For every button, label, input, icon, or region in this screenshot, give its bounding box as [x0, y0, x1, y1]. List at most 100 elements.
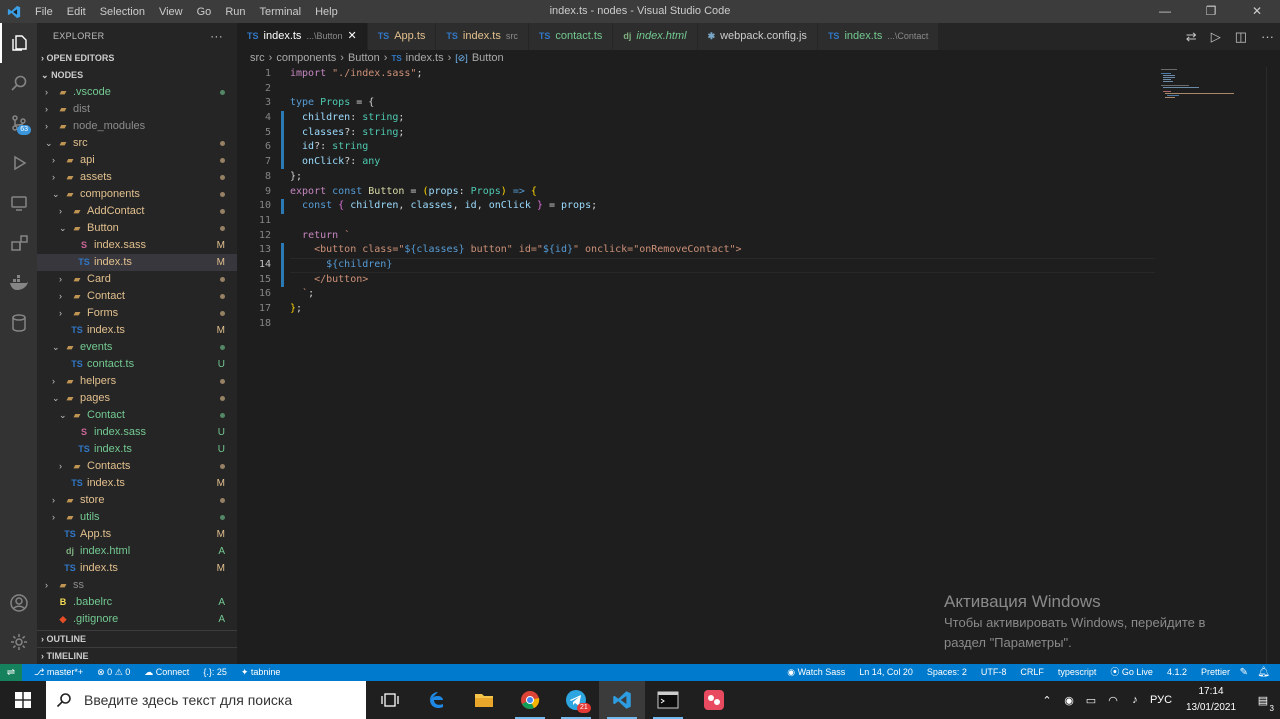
status-item[interactable]: UTF-8 [981, 664, 1007, 681]
terminal-icon[interactable] [645, 681, 691, 719]
outline-section[interactable]: › OUTLINE [37, 630, 237, 647]
editor-tab[interactable]: TS index.ts src [436, 23, 529, 50]
tree-folder[interactable]: › ▰ .vscode [37, 84, 237, 101]
editor-tab[interactable]: ✱ webpack.config.js [697, 23, 818, 50]
tree-folder[interactable]: ⌄ ▰ src [37, 135, 237, 152]
menu-item-selection[interactable]: Selection [93, 6, 152, 18]
menu-item-view[interactable]: View [152, 6, 190, 18]
editor-tab[interactable]: TS contact.ts [528, 23, 614, 50]
editor-tab[interactable]: TS index.ts ...\Button ✕ [237, 23, 368, 50]
notifications-bell-icon[interactable]: 🔔︎ [1257, 664, 1270, 681]
split-editor-icon[interactable]: ◫ [1235, 29, 1247, 45]
menu-item-help[interactable]: Help [308, 6, 345, 18]
status-item[interactable]: ⎇ master*+ [34, 664, 83, 681]
vscode-taskbar-icon[interactable] [599, 681, 645, 719]
search-icon[interactable] [0, 63, 37, 103]
run-debug-icon[interactable] [0, 143, 37, 183]
fluent-app-icon[interactable] [691, 681, 737, 719]
code-line[interactable]: <button class="${classes} button" id="${… [290, 243, 742, 258]
tree-folder[interactable]: › ▰ utils [37, 509, 237, 526]
editor-tab[interactable]: TS App.ts [367, 23, 437, 50]
code-line[interactable]: classes?: string; [290, 126, 742, 141]
code-line[interactable]: `; [290, 287, 742, 302]
open-changes-icon[interactable]: ⇄ [1186, 29, 1197, 45]
code-line[interactable]: }; [290, 302, 742, 317]
file-explorer-icon[interactable] [461, 681, 507, 719]
close-tab-icon[interactable]: ✕ [347, 23, 356, 50]
tree-folder[interactable]: ⌄ ▰ events [37, 339, 237, 356]
minimize-button[interactable]: — [1142, 0, 1188, 23]
breadcrumb-item[interactable]: index.ts [406, 50, 444, 67]
tree-folder[interactable]: › ▰ Contact [37, 288, 237, 305]
clock[interactable]: 17:14 13/01/2021 [1176, 684, 1246, 716]
telegram-icon[interactable]: 21 [553, 681, 599, 719]
tree-folder[interactable]: ⌄ ▰ pages [37, 390, 237, 407]
open-editors-section[interactable]: › OPEN EDITORS [37, 50, 237, 67]
tree-file[interactable]: TS App.ts M [37, 526, 237, 543]
editor-tab[interactable]: TS index.ts ...\Contact [817, 23, 940, 50]
workspace-root[interactable]: ⌄ NODES [37, 67, 237, 84]
taskbar-search-box[interactable]: Введите здесь текст для поиска [46, 681, 366, 719]
task-view-icon[interactable] [367, 681, 413, 719]
status-item[interactable]: Prettier [1201, 664, 1230, 681]
code-line[interactable]: }; [290, 170, 742, 185]
code-line[interactable]: onClick?: any [290, 155, 742, 170]
account-icon[interactable] [0, 583, 37, 623]
tree-folder[interactable]: › ▰ Contacts [37, 458, 237, 475]
tree-folder[interactable]: › ▰ helpers [37, 373, 237, 390]
more-actions-button[interactable]: ··· [210, 23, 223, 50]
chevron-up-icon[interactable]: ⌃ [1036, 694, 1058, 707]
maximize-button[interactable]: ❐ [1188, 0, 1234, 23]
docker-icon[interactable] [0, 263, 37, 303]
tree-folder[interactable]: ⌄ ▰ Contact [37, 407, 237, 424]
files-icon[interactable] [0, 23, 37, 63]
battery-icon[interactable]: ▭ [1080, 694, 1102, 707]
action-center-icon[interactable]: ▤ 3 [1246, 694, 1280, 713]
status-item[interactable]: 4.1.2 [1167, 664, 1187, 681]
remote-explorer-icon[interactable] [0, 183, 37, 223]
code-line[interactable]: const { children, classes, id, onClick }… [290, 199, 742, 214]
extensions-icon[interactable] [0, 223, 37, 263]
breadcrumb-item[interactable]: Button [472, 50, 504, 67]
breadcrumb-item[interactable]: Button [348, 50, 380, 67]
database-icon[interactable] [0, 303, 37, 343]
menu-item-run[interactable]: Run [218, 6, 252, 18]
feedback-icon[interactable]: ✎ [1240, 664, 1248, 681]
tree-folder[interactable]: › ▰ AddContact [37, 203, 237, 220]
tree-file[interactable]: TS index.ts M [37, 322, 237, 339]
tree-file[interactable]: dj index.html A [37, 543, 237, 560]
tree-folder[interactable]: › ▰ node_modules [37, 118, 237, 135]
tree-file[interactable]: TS index.ts M [37, 475, 237, 492]
tree-file[interactable]: Sindex.sass M [37, 237, 237, 254]
status-item[interactable]: typescript [1058, 664, 1097, 681]
tree-file[interactable]: Sindex.sass U [37, 424, 237, 441]
breadcrumb-item[interactable]: components [276, 50, 336, 67]
tree-file[interactable]: TS contact.ts U [37, 356, 237, 373]
code-line[interactable]: ${children} [290, 258, 742, 273]
code-line[interactable]: </button> [290, 273, 742, 288]
tree-file[interactable]: TS index.ts U [37, 441, 237, 458]
editor-tab[interactable]: dj index.html [613, 23, 698, 50]
tree-file[interactable]: B .babelrc A [37, 594, 237, 611]
more-icon[interactable]: ··· [1261, 29, 1274, 44]
code-editor[interactable]: 1 2 3 4 5 6 7 8 9 10 11 12 13 14 15 16 17 18 import "./in… [237, 67, 1280, 664]
wifi-icon[interactable]: ◠ [1102, 694, 1124, 707]
status-item[interactable]: ⦿ Go Live [1110, 664, 1153, 681]
tree-folder[interactable]: ⌄ ▰ components [37, 186, 237, 203]
tree-folder[interactable]: › ▰ Card [37, 271, 237, 288]
status-item[interactable]: ✦ tabnine [241, 664, 281, 681]
vertical-scrollbar[interactable] [1266, 67, 1280, 664]
source-control-icon[interactable]: 63 [0, 103, 37, 143]
tree-folder[interactable]: › ▰ ss [37, 577, 237, 594]
tree-folder[interactable]: › ▰ assets [37, 169, 237, 186]
tree-folder[interactable]: ⌄ ▰ Button [37, 220, 237, 237]
tree-folder[interactable]: › ▰ Forms [37, 305, 237, 322]
tree-file[interactable]: TS index.ts M [37, 254, 237, 271]
menu-item-go[interactable]: Go [190, 6, 219, 18]
volume-icon[interactable]: ♪ [1124, 694, 1146, 706]
start-button[interactable] [0, 681, 46, 719]
language-indicator[interactable]: РУС [1146, 694, 1176, 706]
code-line[interactable] [290, 82, 742, 97]
code-line[interactable]: id?: string [290, 140, 742, 155]
tree-folder[interactable]: › ▰ dist [37, 101, 237, 118]
